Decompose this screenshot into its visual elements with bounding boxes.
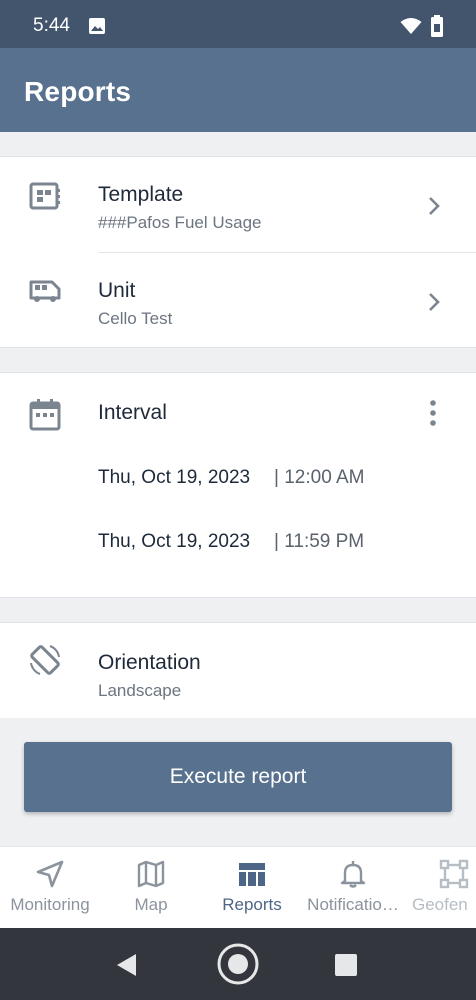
interval-card: Interval Thu, Oct 19, 2023 | 12:00 AM Th… [0, 372, 476, 598]
bottom-navigation: Monitoring Map Reports Notificatio… Geof… [0, 846, 476, 928]
template-label: Template [98, 183, 184, 206]
orientation-row[interactable]: Orientation Landscape [0, 623, 476, 718]
status-bar: 5:44 [0, 0, 476, 48]
interval-label: Interval [98, 401, 167, 424]
recents-icon[interactable] [334, 953, 358, 977]
nav-label-notifications: Notificatio… [307, 895, 399, 914]
screen-rotation-icon [30, 645, 60, 675]
wifi-icon [400, 18, 422, 34]
nav-item-geofences[interactable]: Geofen [404, 847, 476, 928]
van-icon [29, 280, 61, 302]
back-icon[interactable] [114, 952, 140, 978]
chevron-right-icon [429, 293, 440, 311]
map-icon [137, 860, 165, 888]
nav-label-monitoring: Monitoring [10, 895, 90, 914]
nav-item-reports[interactable]: Reports [202, 847, 302, 928]
orientation-value: Landscape [98, 681, 182, 700]
nav-item-map[interactable]: Map [101, 847, 201, 928]
system-navigation-bar [0, 928, 476, 1000]
unit-row[interactable]: Unit Cello Test [0, 253, 476, 348]
chevron-right-icon [429, 197, 440, 215]
nav-label-reports: Reports [222, 895, 282, 914]
bell-icon [340, 861, 366, 888]
geofence-icon [439, 859, 469, 889]
unit-value: Cello Test [98, 309, 173, 328]
nav-item-notifications[interactable]: Notificatio… [303, 847, 403, 928]
nav-label-map: Map [134, 895, 168, 914]
status-time: 5:44 [33, 15, 70, 36]
interval-from-time[interactable]: | 12:00 AM [274, 467, 365, 489]
navigation-arrow-icon [36, 860, 64, 888]
more-vertical-icon[interactable] [420, 399, 446, 427]
reports-icon [239, 863, 265, 886]
unit-label: Unit [98, 279, 136, 302]
app-bar: Reports [0, 48, 476, 132]
interval-from-date[interactable]: Thu, Oct 19, 2023 [98, 467, 250, 489]
report-settings-card: Template ###Pafos Fuel Usage Unit Cello … [0, 156, 476, 348]
home-icon[interactable] [216, 942, 260, 986]
execute-report-button[interactable]: Execute report [24, 742, 452, 812]
calendar-icon [29, 399, 61, 431]
page-title: Reports [24, 76, 132, 107]
orientation-label: Orientation [98, 651, 201, 674]
orientation-card: Orientation Landscape [0, 622, 476, 718]
battery-icon [431, 15, 443, 37]
interval-to-date[interactable]: Thu, Oct 19, 2023 [98, 531, 250, 553]
nav-label-geofences: Geofen [412, 895, 468, 914]
template-row[interactable]: Template ###Pafos Fuel Usage [0, 157, 476, 252]
interval-to-time[interactable]: | 11:59 PM [274, 531, 364, 553]
image-notification-icon [89, 18, 105, 34]
template-value: ###Pafos Fuel Usage [98, 213, 262, 232]
template-icon [29, 182, 60, 210]
nav-item-monitoring[interactable]: Monitoring [0, 847, 100, 928]
